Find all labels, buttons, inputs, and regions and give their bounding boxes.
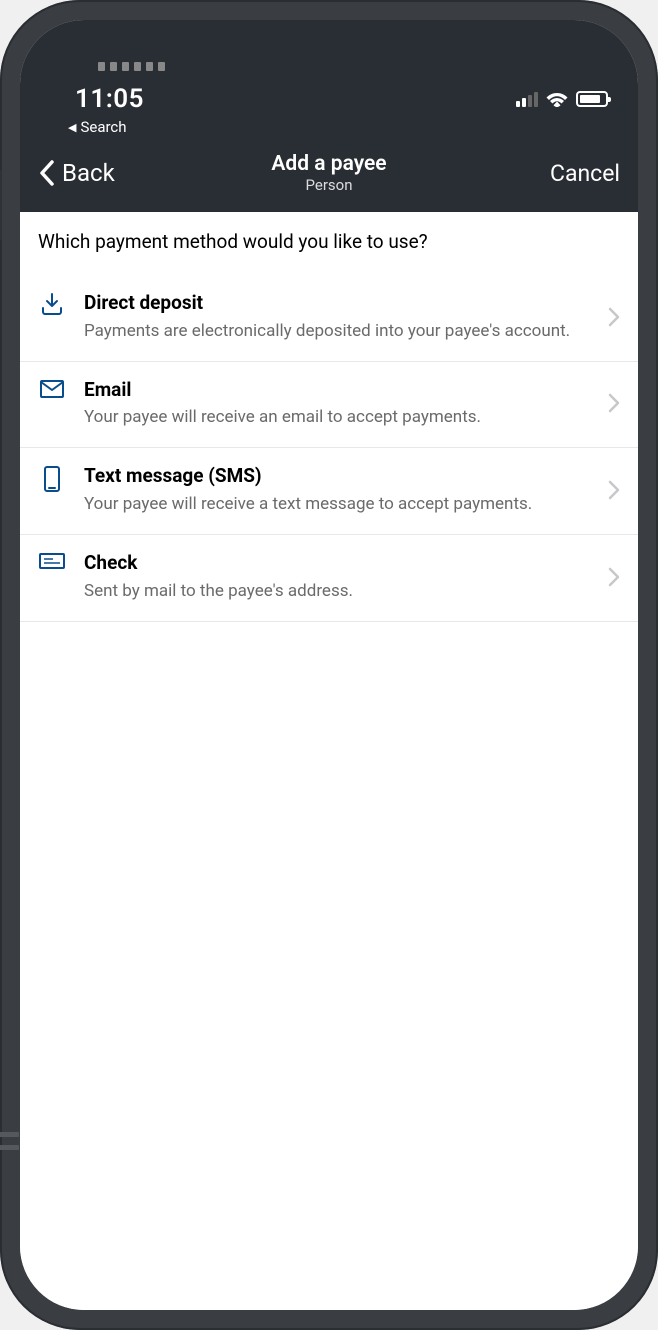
speaker-grille [98, 62, 165, 71]
status-bar-area: 11:05 ◀ Search [20, 20, 638, 212]
side-button [0, 170, 2, 240]
option-text-message[interactable]: Text message (SMS) Your payee will recei… [20, 448, 638, 535]
download-icon [38, 291, 66, 315]
cancel-button[interactable]: Cancel [510, 160, 620, 187]
chevron-right-icon [608, 307, 620, 327]
content: Which payment method would you like to u… [20, 212, 638, 1310]
back-button[interactable]: Back [38, 159, 148, 187]
phone-icon [38, 464, 66, 492]
phone-frame: 11:05 ◀ Search [0, 0, 658, 1330]
page-subtitle: Person [148, 176, 510, 194]
screen: 11:05 ◀ Search [20, 20, 638, 1310]
frame-decoration [0, 1132, 19, 1150]
check-icon [38, 551, 66, 569]
prompt-text: Which payment method would you like to u… [20, 230, 638, 275]
nav-title: Add a payee Person [148, 152, 510, 194]
breadcrumb-search[interactable]: ◀ Search [20, 116, 638, 144]
option-description: Sent by mail to the payee's address. [84, 580, 590, 603]
option-text: Check Sent by mail to the payee's addres… [84, 551, 590, 603]
back-label: Back [62, 159, 115, 187]
option-title: Email [84, 378, 590, 407]
option-text: Email Your payee will receive an email t… [84, 378, 590, 430]
option-title: Text message (SMS) [84, 464, 590, 493]
chevron-right-icon [608, 567, 620, 587]
breadcrumb-arrow-icon: ◀ [68, 121, 76, 134]
status-bar: 11:05 [20, 76, 638, 116]
option-title: Direct deposit [84, 291, 590, 320]
option-direct-deposit[interactable]: Direct deposit Payments are electronical… [20, 275, 638, 362]
chevron-right-icon [608, 393, 620, 413]
option-description: Payments are electronically deposited in… [84, 320, 590, 343]
breadcrumb-label: Search [80, 118, 126, 136]
option-description: Your payee will receive a text message t… [84, 493, 590, 516]
option-title: Check [84, 551, 590, 580]
page-title: Add a payee [148, 152, 510, 176]
option-text: Direct deposit Payments are electronical… [84, 291, 590, 343]
status-icons [516, 91, 608, 107]
email-icon [38, 378, 66, 398]
chevron-left-icon [38, 159, 56, 187]
wifi-icon [546, 91, 568, 107]
battery-icon [576, 91, 608, 107]
option-description: Your payee will receive an email to acce… [84, 406, 590, 429]
cellular-signal-icon [516, 91, 538, 107]
chevron-right-icon [608, 480, 620, 500]
option-text: Text message (SMS) Your payee will recei… [84, 464, 590, 516]
nav-bar: Back Add a payee Person Cancel [20, 144, 638, 212]
option-email[interactable]: Email Your payee will receive an email t… [20, 362, 638, 449]
status-time: 11:05 [50, 84, 144, 114]
phone-bezel: 11:05 ◀ Search [20, 20, 638, 1310]
option-check[interactable]: Check Sent by mail to the payee's addres… [20, 535, 638, 622]
